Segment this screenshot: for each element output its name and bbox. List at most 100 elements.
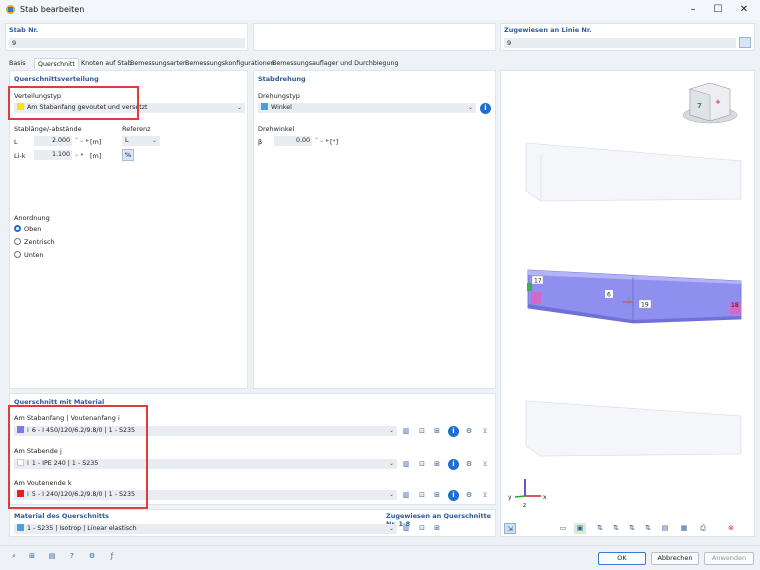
chevron-down-icon: ⌄ — [388, 460, 394, 467]
node-18-label: 18 — [731, 302, 739, 309]
chevron-down-icon: ⌄ — [388, 427, 394, 434]
library-icon[interactable]: ▥ — [400, 426, 412, 437]
linie-field[interactable]: 9 — [504, 38, 736, 48]
close-button[interactable]: ✕ — [733, 3, 755, 17]
help-icon[interactable]: ? — [66, 551, 78, 562]
library-icon[interactable]: ▥ — [400, 459, 412, 470]
radio-zentrisch-label: Zentrisch — [24, 238, 55, 246]
tab-bemessungskonfigurationen[interactable]: Bemessungskonfigurationen — [182, 58, 278, 69]
info-icon[interactable]: i — [480, 103, 491, 114]
model-view[interactable]: 17 6 19 18 7 + y x z — [501, 71, 754, 511]
highlight-frame — [8, 405, 148, 509]
new-section-icon[interactable]: ⊡ — [416, 459, 428, 470]
settings-icon[interactable]: ⚙ — [463, 459, 475, 470]
material-select[interactable]: 1 - S235 | Isotrop | Linear elastisch ⌄ — [14, 524, 397, 534]
pick-line-icon[interactable] — [739, 37, 751, 48]
library-icon[interactable]: ▥ — [400, 490, 412, 501]
settings-icon[interactable]: ⚙ — [463, 426, 475, 437]
drehungstyp-select[interactable]: Winkel ⌄ — [258, 103, 476, 113]
Lk-label: Li-k — [14, 152, 26, 160]
radio-unten[interactable]: Unten — [14, 251, 44, 259]
L-unit: [m] — [90, 138, 102, 146]
new-section-icon[interactable]: ⊡ — [416, 426, 428, 437]
linie-label: Zugewiesen an Linie Nr. — [504, 26, 592, 34]
render-icon[interactable]: ▣ — [574, 523, 586, 534]
cancel-button[interactable]: Abbrechen — [651, 552, 699, 565]
apply-button[interactable]: Anwenden — [704, 552, 754, 565]
beta-input[interactable]: 0.00 — [274, 136, 312, 146]
display-options-icon[interactable]: ▭ — [557, 523, 569, 534]
radio-on-icon — [14, 225, 21, 232]
filter-icon[interactable]: ⊻ — [479, 459, 491, 470]
new-material-icon[interactable]: ⊡ — [416, 523, 428, 534]
filter-icon[interactable]: ⊻ — [479, 490, 491, 501]
view-y-icon[interactable]: ⇅ — [610, 523, 622, 534]
L-ref-value: L — [125, 137, 129, 144]
percent-button[interactable]: % — [122, 149, 134, 161]
Lk-stepper-icon[interactable]: ⌄ ▸ — [74, 151, 84, 158]
node-marker — [527, 283, 532, 291]
settings-icon[interactable]: ⚙ — [463, 490, 475, 501]
view-z-icon[interactable]: ⇅ — [626, 523, 638, 534]
radio-off-icon — [14, 251, 21, 258]
table-icon[interactable]: ▤ — [46, 551, 58, 562]
info-icon[interactable]: i — [448, 459, 459, 470]
view-iso-icon[interactable]: ⇅ — [642, 523, 654, 534]
info-icon[interactable]: i — [448, 426, 459, 437]
view-mode-icon[interactable]: ▤ — [659, 523, 671, 534]
view-x-icon[interactable]: ⇅ — [594, 523, 606, 534]
drehungstyp-swatch — [261, 103, 268, 110]
library-icon[interactable]: ▥ — [400, 523, 412, 534]
minimize-button[interactable]: – — [682, 3, 704, 17]
radio-off-icon — [14, 238, 21, 245]
middle-box — [253, 23, 496, 51]
tab-basis[interactable]: Basis — [6, 58, 29, 69]
radio-oben[interactable]: Oben — [14, 225, 41, 233]
L-stepper-icon[interactable]: ⌃⌄ ▸ — [74, 137, 89, 144]
drehungstyp-value: Winkel — [271, 104, 292, 111]
ok-button[interactable]: OK — [598, 552, 646, 565]
units-icon[interactable]: ⊞ — [26, 551, 38, 562]
filter-icon[interactable]: ⊻ — [479, 426, 491, 437]
drehungstyp-label: Drehungstyp — [258, 92, 300, 100]
tab-bemessungsauflager[interactable]: Bemessungsauflager und Durchbiegung — [269, 58, 401, 69]
material-panel: Material des Querschnitts Zugewiesen an … — [9, 509, 496, 537]
beta-label: β — [258, 138, 263, 146]
Lk-input[interactable]: 1.100 — [34, 150, 72, 160]
anordnung-label: Anordnung — [14, 214, 50, 222]
chevron-down-icon: ⌄ — [467, 104, 473, 111]
axis-z-label: z — [523, 502, 526, 509]
axis-x-label: x — [543, 494, 547, 501]
chevron-down-icon: ⌄ — [388, 525, 394, 532]
L-input[interactable]: 2.000 — [34, 136, 72, 146]
print-icon[interactable]: ⎙ — [697, 523, 709, 534]
search-icon[interactable]: ⌕ — [8, 551, 20, 562]
beta-stepper-icon[interactable]: ⌃⌄ ▸ — [314, 137, 329, 144]
reset-view-icon[interactable]: ⊗ — [725, 523, 737, 534]
tab-querschnitt[interactable]: Querschnitt — [34, 58, 79, 69]
radio-zentrisch[interactable]: Zentrisch — [14, 238, 55, 246]
edit-material-icon[interactable]: ⊞ — [431, 523, 443, 534]
info-icon[interactable]: i — [448, 490, 459, 501]
cube-front-label: 7 — [697, 102, 702, 110]
edit-section-icon[interactable]: ⊞ — [431, 426, 443, 437]
new-section-icon[interactable]: ⊡ — [416, 490, 428, 501]
node-19-label: 19 — [641, 302, 649, 309]
maximize-button[interactable]: ☐ — [707, 3, 729, 17]
material-value: 1 - S235 | Isotrop | Linear elastisch — [27, 525, 137, 532]
view-pick-icon[interactable]: ⇲ — [504, 523, 516, 534]
tab-bemessungsarten[interactable]: Bemessungsarten — [127, 58, 190, 69]
edit-section-icon[interactable]: ⊞ — [431, 490, 443, 501]
radio-oben-label: Oben — [24, 225, 42, 233]
L-ref-select[interactable]: L ⌄ — [122, 136, 160, 146]
beam-ghost-top — [525, 142, 742, 202]
stab-nr-field[interactable]: 9 — [9, 38, 245, 48]
function-icon[interactable]: ƒ — [106, 551, 118, 562]
layers-icon[interactable]: ▦ — [678, 523, 690, 534]
3d-viewer[interactable]: 17 6 19 18 7 + y x z ⇲ ▭ ▣ ⇅ ⇅ ⇅ ⇅ ▤ ▦ ⎙… — [500, 70, 755, 537]
beam-ghost-bottom — [525, 400, 742, 457]
Lk-unit: [m] — [90, 152, 102, 160]
edit-section-icon[interactable]: ⊞ — [431, 459, 443, 470]
app-icon — [6, 5, 15, 14]
settings-icon[interactable]: ⚙ — [86, 551, 98, 562]
